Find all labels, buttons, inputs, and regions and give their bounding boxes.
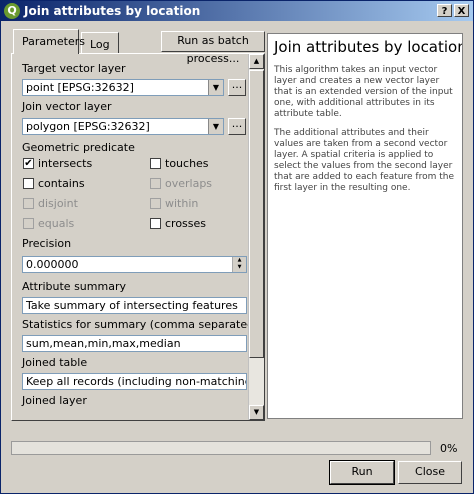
run-button[interactable]: Run [329,460,395,485]
precision-spinbox[interactable]: 0.000000 ▲ ▼ [22,256,247,273]
spin-up-icon[interactable]: ▲ [233,257,246,264]
parameters-panel: Parameters Log Run as batch process... T… [11,29,265,421]
attribute-summary-combo[interactable]: Take summary of intersecting features [22,297,247,314]
tab-parameters[interactable]: Parameters [13,29,85,54]
help-paragraph-1: This algorithm takes an input vector lay… [274,65,453,119]
dialog-window: Q Join attributes by location ? X Parame… [0,0,474,494]
chevron-down-icon[interactable]: ▼ [208,80,223,95]
join-layer-value: polygon [EPSG:32632] [26,120,150,133]
help-title-button[interactable]: ? [437,4,452,17]
chevron-down-icon[interactable]: ▼ [208,119,223,134]
joined-table-combo[interactable]: Keep all records (including non-matching… [22,373,247,390]
help-paragraph-2: The additional attributes and their valu… [274,128,454,193]
run-batch-button[interactable]: Run as batch process... [161,31,265,65]
window-title: Join attributes by location [24,4,201,18]
scroll-thumb[interactable] [249,70,264,358]
join-browse-button[interactable]: ... [228,118,246,135]
spin-buttons[interactable]: ▲ ▼ [232,257,246,272]
geometric-predicate-label: Geometric predicate [22,141,135,154]
target-browse-button[interactable]: ... [228,79,246,96]
target-layer-combo[interactable]: point [EPSG:32632] ▼ [22,79,224,96]
help-title: Join attributes by location [274,38,463,56]
parameters-form: Target vector layer point [EPSG:32632] ▼… [12,54,250,420]
join-layer-combo[interactable]: polygon [EPSG:32632] ▼ [22,118,224,135]
check-icon[interactable]: ✔ [23,158,34,169]
precision-value: 0.000000 [26,258,79,271]
close-button[interactable]: Close [398,461,462,484]
progress-bar [11,441,431,455]
form-scrollbar[interactable]: ▲ ▼ [248,54,264,420]
statistics-label: Statistics for summary (comma separated)… [22,318,250,331]
spin-down-icon[interactable]: ▼ [233,264,246,271]
scroll-down-icon[interactable]: ▼ [249,405,264,420]
scroll-up-icon[interactable]: ▲ [249,54,264,69]
attribute-summary-label: Attribute summary [22,280,126,293]
qgis-icon: Q [4,3,20,19]
join-layer-label: Join vector layer [22,100,112,113]
statistics-input[interactable]: sum,mean,min,max,median [22,335,247,352]
parameters-tab-body: Target vector layer point [EPSG:32632] ▼… [11,53,265,421]
target-layer-label: Target vector layer [22,62,126,75]
precision-label: Precision [22,237,72,250]
help-panel: Join attributes by location This algorit… [267,33,463,419]
close-title-button[interactable]: X [454,4,469,17]
progress-percent: 0% [440,442,458,455]
target-layer-value: point [EPSG:32632] [26,81,134,94]
joined-layer-label: Joined layer [22,394,87,407]
tab-log[interactable]: Log [81,32,119,53]
joined-table-label: Joined table [22,356,88,369]
title-bar: Q Join attributes by location ? X [1,1,473,21]
